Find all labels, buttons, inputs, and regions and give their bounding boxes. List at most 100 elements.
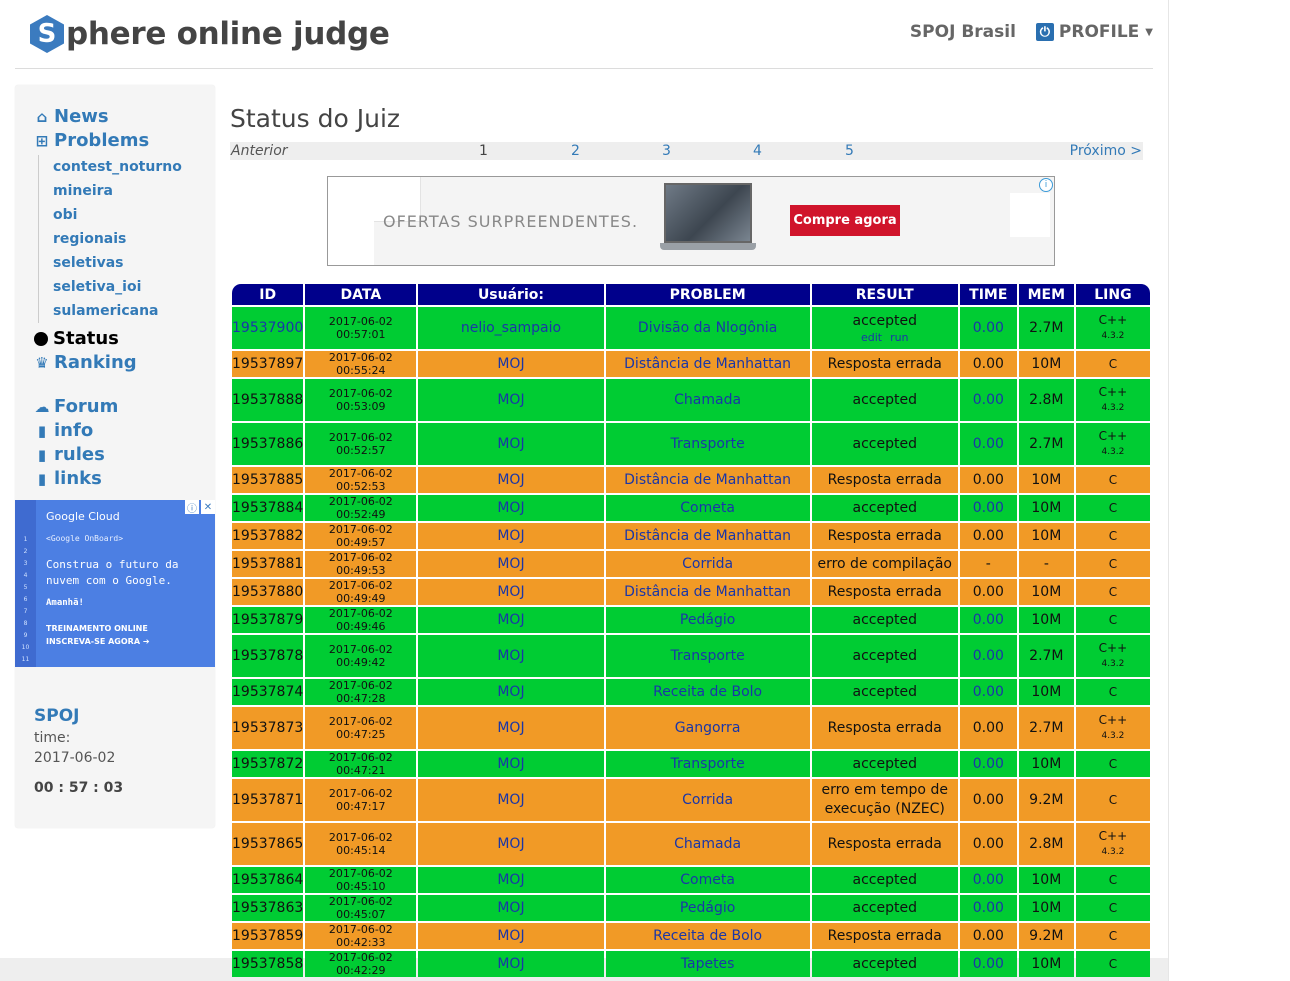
problem-link[interactable]: Chamada [674, 836, 741, 852]
pager-page-5[interactable]: 5 [845, 142, 854, 161]
cell-user[interactable]: MOJ [418, 423, 604, 465]
cell-problem[interactable]: Receita de Bolo [605, 679, 810, 705]
sidebar-item-seletivas[interactable]: seletivas [53, 251, 182, 275]
profile-menu[interactable]: ⏻ PROFILE ▼ [1035, 22, 1153, 42]
nav-info[interactable]: ▮ info [34, 420, 93, 441]
problem-link[interactable]: Pedágio [680, 900, 735, 916]
user-link[interactable]: MOJ [497, 648, 524, 664]
cell-user[interactable]: MOJ [418, 867, 604, 893]
problem-link[interactable]: Receita de Bolo [653, 684, 762, 700]
cell-id[interactable]: 19537900 [232, 307, 304, 349]
user-link[interactable]: MOJ [497, 556, 524, 572]
cell-problem[interactable]: Transporte [605, 751, 810, 777]
user-link[interactable]: MOJ [497, 356, 524, 372]
problem-link[interactable]: Corrida [682, 792, 733, 808]
problem-link[interactable]: Cometa [680, 872, 735, 888]
sidebar-item-sulamericana[interactable]: sulamericana [53, 299, 182, 323]
pager-page-4[interactable]: 4 [753, 142, 762, 161]
cell-problem[interactable]: Corrida [605, 779, 810, 821]
cell-problem[interactable]: Pedágio [605, 895, 810, 921]
problem-link[interactable]: Distância de Manhattan [624, 584, 791, 600]
nav-forum[interactable]: ☁ Forum [34, 396, 119, 417]
cell-user[interactable]: MOJ [418, 495, 604, 521]
cell-problem[interactable]: Cometa [605, 867, 810, 893]
problem-link[interactable]: Divisão da Nlogônia [638, 320, 777, 336]
pager-page-2[interactable]: 2 [571, 142, 580, 161]
cell-problem[interactable]: Divisão da Nlogônia [605, 307, 810, 349]
cell-user[interactable]: MOJ [418, 551, 604, 577]
nav-problems[interactable]: ⊞ Problems [34, 130, 149, 151]
user-link[interactable]: MOJ [497, 792, 524, 808]
user-link[interactable]: MOJ [497, 528, 524, 544]
problem-link[interactable]: Distância de Manhattan [624, 472, 791, 488]
user-link[interactable]: MOJ [497, 956, 524, 972]
site-logo[interactable]: S phere online judge [30, 14, 390, 54]
cell-user[interactable]: MOJ [418, 351, 604, 377]
adchoices-icon[interactable]: i [1039, 178, 1053, 192]
user-link[interactable]: MOJ [497, 720, 524, 736]
ad-cta[interactable]: TREINAMENTO ONLINE INSCREVA-SE AGORA ➔ [46, 622, 150, 648]
problem-link[interactable]: Tapetes [681, 956, 735, 972]
spoj-brasil-link[interactable]: SPOJ Brasil [910, 22, 1016, 42]
cell-problem[interactable]: Corrida [605, 551, 810, 577]
pager-page-3[interactable]: 3 [662, 142, 671, 161]
cell-user[interactable]: MOJ [418, 751, 604, 777]
sidebar-item-obi[interactable]: obi [53, 203, 182, 227]
run-link[interactable]: run [890, 331, 908, 344]
cell-user[interactable]: MOJ [418, 823, 604, 865]
user-link[interactable]: MOJ [497, 584, 524, 600]
user-link[interactable]: MOJ [497, 872, 524, 888]
cell-problem[interactable]: Distância de Manhattan [605, 523, 810, 549]
user-link[interactable]: MOJ [497, 500, 524, 516]
cell-user[interactable]: MOJ [418, 679, 604, 705]
problem-link[interactable]: Transporte [670, 648, 744, 664]
problem-link[interactable]: Receita de Bolo [653, 928, 762, 944]
cell-problem[interactable]: Receita de Bolo [605, 923, 810, 949]
nav-rules[interactable]: ▮ rules [34, 444, 105, 465]
cell-user[interactable]: MOJ [418, 895, 604, 921]
sidebar-item-contest-noturno[interactable]: contest_noturno [53, 155, 182, 179]
nav-ranking[interactable]: ♛ Ranking [34, 352, 136, 373]
cell-user[interactable]: MOJ [418, 379, 604, 421]
pager-next[interactable]: Próximo > [1070, 142, 1142, 161]
banner-ad[interactable]: OFERTAS SURPREENDENTES. Compre agora i [327, 176, 1055, 266]
cell-user[interactable]: MOJ [418, 467, 604, 493]
info-icon[interactable]: ⓘ [185, 500, 199, 515]
cell-problem[interactable]: Distância de Manhattan [605, 467, 810, 493]
user-link[interactable]: MOJ [497, 472, 524, 488]
sidebar-item-seletiva-ioi[interactable]: seletiva_ioi [53, 275, 182, 299]
cell-user[interactable]: MOJ [418, 635, 604, 677]
close-icon[interactable]: ✕ [201, 500, 215, 514]
cell-user[interactable]: MOJ [418, 923, 604, 949]
cell-problem[interactable]: Pedágio [605, 607, 810, 633]
user-link[interactable]: MOJ [497, 836, 524, 852]
cell-user[interactable]: MOJ [418, 779, 604, 821]
nav-news[interactable]: ⌂ News [34, 106, 109, 127]
cell-problem[interactable]: Tapetes [605, 951, 810, 977]
user-link[interactable]: MOJ [497, 928, 524, 944]
problem-link[interactable]: Corrida [682, 556, 733, 572]
cell-problem[interactable]: Transporte [605, 635, 810, 677]
cell-problem[interactable]: Gangorra [605, 707, 810, 749]
problem-link[interactable]: Transporte [670, 756, 744, 772]
ad-buy-button[interactable]: Compre agora [790, 205, 900, 236]
cell-problem[interactable]: Distância de Manhattan [605, 351, 810, 377]
problem-link[interactable]: Pedágio [680, 612, 735, 628]
cell-user[interactable]: MOJ [418, 951, 604, 977]
user-link[interactable]: MOJ [497, 436, 524, 452]
problem-link[interactable]: Distância de Manhattan [624, 356, 791, 372]
nav-status[interactable]: Status [34, 328, 119, 349]
cell-user[interactable]: MOJ [418, 523, 604, 549]
cell-problem[interactable]: Distância de Manhattan [605, 579, 810, 605]
cell-user[interactable]: MOJ [418, 707, 604, 749]
nav-links[interactable]: ▮ links [34, 468, 102, 489]
edit-link[interactable]: edit [861, 331, 882, 344]
problem-link[interactable]: Chamada [674, 392, 741, 408]
problem-link[interactable]: Distância de Manhattan [624, 528, 791, 544]
problem-link[interactable]: Transporte [670, 436, 744, 452]
sidebar-item-mineira[interactable]: mineira [53, 179, 182, 203]
user-link[interactable]: MOJ [497, 900, 524, 916]
cell-problem[interactable]: Chamada [605, 379, 810, 421]
user-link[interactable]: MOJ [497, 392, 524, 408]
cell-problem[interactable]: Cometa [605, 495, 810, 521]
